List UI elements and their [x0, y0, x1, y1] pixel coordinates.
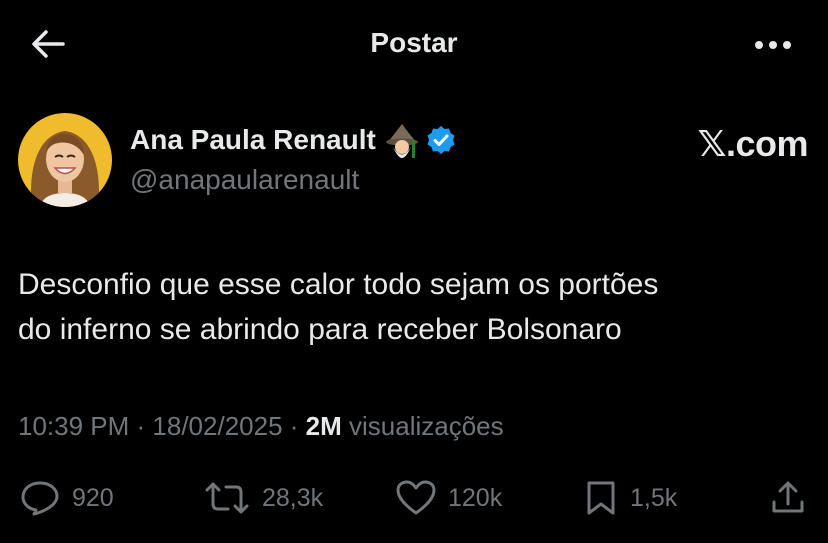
x-com-watermark: 𝕏.com — [697, 123, 808, 164]
tweet-meta: 10:39 PM · 18/02/2025 · 2M visualizações — [18, 411, 504, 442]
page-title: Postar — [370, 27, 458, 58]
reply-icon — [20, 480, 60, 516]
meta-separator: · — [129, 411, 153, 441]
top-bar: Postar — [0, 0, 828, 90]
repost-icon — [204, 480, 250, 516]
avatar[interactable] — [18, 113, 112, 207]
action-bar: 920 28,3k 120k 1,5k — [0, 470, 828, 526]
verified-badge-icon — [426, 125, 456, 155]
back-button[interactable] — [28, 26, 68, 62]
bookmark-icon — [584, 480, 618, 516]
tweet-text-line: Desconfio que esse calor todo sejam os p… — [18, 268, 659, 301]
mage-emoji-icon — [384, 122, 420, 158]
author-handle[interactable]: @anapaularenault — [130, 164, 359, 196]
arrow-left-icon — [30, 29, 66, 59]
author-row: Ana Paula Renault @anapaularenault 𝕏.com — [18, 113, 808, 213]
bookmark-count: 1,5k — [630, 483, 678, 512]
share-button[interactable] — [770, 480, 806, 516]
author-name[interactable]: Ana Paula Renault — [130, 124, 376, 156]
repost-count: 28,3k — [262, 483, 324, 512]
reply-count: 920 — [72, 483, 114, 512]
like-button[interactable]: 120k — [396, 480, 502, 516]
tweet-text: Desconfio que esse calor todo sejam os p… — [18, 262, 808, 352]
repost-button[interactable]: 28,3k — [204, 480, 323, 516]
tweet-time[interactable]: 10:39 PM — [18, 411, 129, 441]
views-label: visualizações — [341, 411, 504, 441]
tweet-text-line: do inferno se abrindo para receber Bolso… — [18, 313, 622, 346]
bookmark-button[interactable]: 1,5k — [584, 480, 677, 516]
more-horizontal-icon — [754, 40, 792, 50]
heart-icon — [396, 480, 436, 516]
meta-separator: · — [282, 411, 306, 441]
share-icon — [770, 480, 806, 516]
views-count[interactable]: 2M — [306, 411, 342, 441]
tweet-date[interactable]: 18/02/2025 — [152, 411, 282, 441]
name-row: Ana Paula Renault — [130, 122, 456, 158]
reply-button[interactable]: 920 — [20, 480, 114, 516]
like-count: 120k — [448, 483, 503, 512]
more-options-button[interactable] — [748, 28, 798, 62]
